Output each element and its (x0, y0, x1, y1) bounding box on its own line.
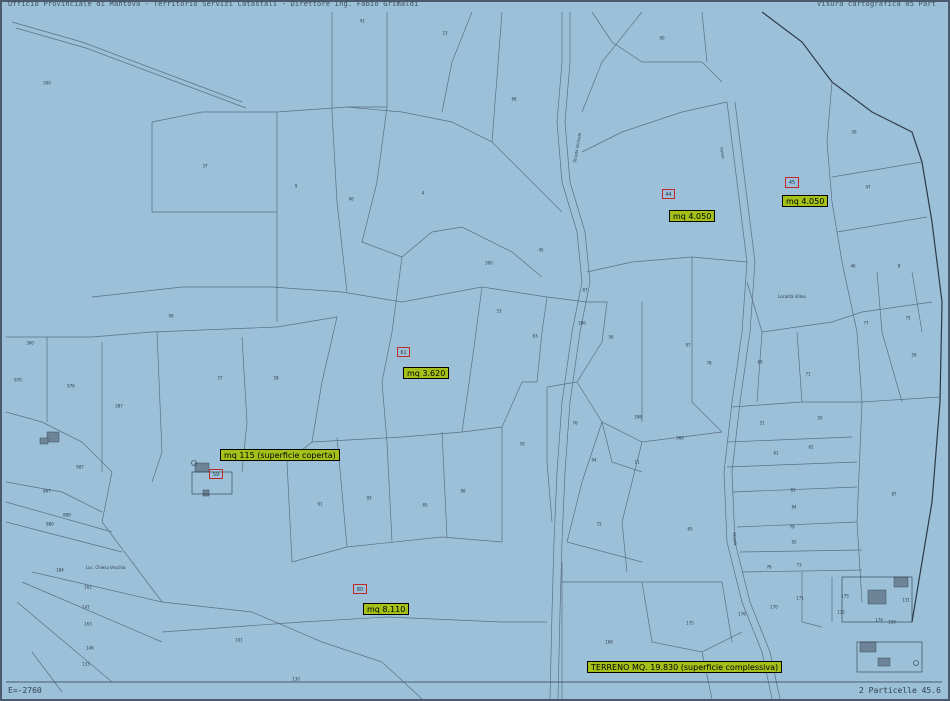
parcel-number[interactable]: 398 (634, 415, 642, 420)
parcel-number[interactable]: 56 (608, 335, 613, 340)
parcel-number[interactable]: 150 (888, 620, 896, 625)
parcel-number[interactable]: 66 (511, 97, 516, 102)
parcel-number[interactable]: 300 (43, 81, 51, 86)
area-label[interactable]: mq 4.050 (669, 210, 716, 222)
parcel-number[interactable]: 78 (706, 361, 711, 366)
area-label[interactable]: mq 4.050 (782, 195, 829, 207)
parcel-number[interactable]: 176 (738, 612, 746, 617)
parcel-number[interactable]: 162 (84, 585, 92, 590)
parcel-number[interactable]: 40 (348, 197, 353, 202)
parcel-number[interactable]: 51 (759, 421, 764, 426)
parcel-number[interactable]: 46 (850, 264, 855, 269)
parcel-number[interactable]: 163 (84, 622, 92, 627)
parcel-number[interactable]: 360 (676, 436, 684, 441)
highlighted-parcel-45[interactable]: 45 (785, 177, 799, 188)
parcel-number[interactable]: 170 (770, 605, 778, 610)
footer-parcel-count: 2 Particelle 45.6 (859, 686, 941, 695)
parcel-number[interactable]: 58 (273, 376, 278, 381)
area-label[interactable]: mq 115 (superficie coperta) (220, 449, 340, 461)
place-name-chiesa-vecchia: Loc. Chiesa Vecchia (86, 565, 126, 570)
parcel-number[interactable]: 867 (43, 489, 51, 494)
parcel-number[interactable]: 77 (863, 321, 868, 326)
parcel-number[interactable]: 61 (773, 451, 778, 456)
parcel-number[interactable]: 131 (902, 598, 910, 603)
parcel-number[interactable]: 73 (796, 563, 801, 568)
parcel-number[interactable]: 987 (76, 465, 84, 470)
parcel-number[interactable]: 386 (578, 321, 586, 326)
parcel-number[interactable]: 72 (596, 522, 601, 527)
total-area-label[interactable]: TERRENO MQ. 19.830 (superficie complessi… (587, 661, 783, 673)
area-label[interactable]: mq 8.110 (363, 603, 410, 615)
parcel-number[interactable]: 75 (905, 316, 910, 321)
parcel-number[interactable]: 174 (875, 618, 883, 623)
parcel-number[interactable]: 47 (865, 185, 870, 190)
parcel-number[interactable]: 76 (766, 565, 771, 570)
parcel-number[interactable]: 87 (891, 492, 896, 497)
parcel-number[interactable]: 79 (789, 525, 794, 530)
parcel-number[interactable]: 76 (572, 421, 577, 426)
parcel-number[interactable]: 84 (791, 505, 796, 510)
parcel-number[interactable]: 69 (757, 360, 762, 365)
parcel-number[interactable]: 88 (460, 489, 465, 494)
parcel-number[interactable]: 23 (442, 31, 447, 36)
parcel-number[interactable]: 146 (86, 646, 94, 651)
parcel-number[interactable]: 26 (851, 130, 856, 135)
parcel-number[interactable]: 360 (26, 341, 34, 346)
parcel-boundaries (5, 11, 943, 699)
parcel-number[interactable]: 11 (634, 460, 639, 465)
header-title: Visura cartografica 05 Part (817, 0, 937, 8)
parcel-number[interactable]: 141 (82, 605, 90, 610)
road-name: Strada (732, 532, 739, 546)
cadastral-map[interactable]: Ufficio Provinciale di Mantova - Territo… (0, 0, 950, 701)
parcel-number[interactable]: 97 (685, 343, 690, 348)
parcel-number[interactable]: 87 (582, 288, 587, 293)
parcel-number[interactable]: 70 (519, 442, 524, 447)
parcel-number[interactable]: 45 (538, 248, 543, 253)
parcel-number[interactable]: 65 (687, 527, 692, 532)
footer-coordinate: E=-2760 (8, 686, 42, 695)
parcel-number[interactable]: 71 (805, 372, 810, 377)
parcel-number[interactable]: 83 (790, 488, 795, 493)
parcel-number[interactable]: 99 (168, 314, 173, 319)
parcel-number[interactable]: 4 (422, 191, 425, 196)
parcel-number[interactable]: 130 (292, 677, 300, 682)
parcel-number[interactable]: 37 (202, 164, 207, 169)
parcel-number[interactable]: 132 (837, 610, 845, 615)
parcel-number[interactable]: 300 (485, 261, 493, 266)
parcel-number[interactable]: 175 (841, 594, 849, 599)
parcel-number[interactable]: 8 (898, 264, 901, 269)
parcel-number[interactable]: 65 (422, 503, 427, 508)
parcel-number[interactable]: 62 (808, 445, 813, 450)
parcel-number[interactable]: 91 (317, 502, 322, 507)
parcel-number[interactable]: 976 (67, 384, 75, 389)
parcel-number[interactable]: 101 (235, 638, 243, 643)
parcel-number[interactable]: 93 (366, 496, 371, 501)
highlighted-parcel-59[interactable]: 59 (209, 469, 223, 479)
parcel-number[interactable]: 92 (791, 540, 796, 545)
place-name-villoa: Località Villoa (778, 294, 806, 299)
parcel-number[interactable]: 970 (14, 378, 22, 383)
parcel-number[interactable]: 43 (359, 19, 364, 24)
header-office: Ufficio Provinciale di Mantova - Territo… (8, 0, 419, 8)
parcel-number[interactable]: 168 (605, 640, 613, 645)
parcel-number[interactable]: 53 (496, 309, 501, 314)
parcel-number[interactable]: 59 (911, 353, 916, 358)
parcel-number[interactable]: 50 (817, 416, 822, 421)
highlighted-parcel-44[interactable]: 44 (662, 189, 675, 199)
parcel-number[interactable]: 133 (82, 662, 90, 667)
parcel-number[interactable]: 90 (659, 36, 664, 41)
parcel-number[interactable]: 171 (796, 596, 804, 601)
parcel-number[interactable]: 57 (217, 376, 222, 381)
parcel-number[interactable]: 175 (686, 621, 694, 626)
parcel-number[interactable]: 94 (591, 458, 596, 463)
highlighted-parcel-61[interactable]: 61 (397, 347, 410, 357)
parcel-number[interactable]: 184 (56, 568, 64, 573)
area-label[interactable]: mq 3.620 (403, 367, 450, 379)
parcel-number[interactable]: 63 (532, 334, 537, 339)
parcel-number[interactable]: 387 (115, 404, 123, 409)
parcel-number[interactable]: 880 (46, 522, 54, 527)
parcel-number[interactable]: 888 (63, 513, 71, 518)
highlighted-parcel-80[interactable]: 80 (353, 584, 367, 594)
parcel-number[interactable]: 9 (295, 184, 298, 189)
